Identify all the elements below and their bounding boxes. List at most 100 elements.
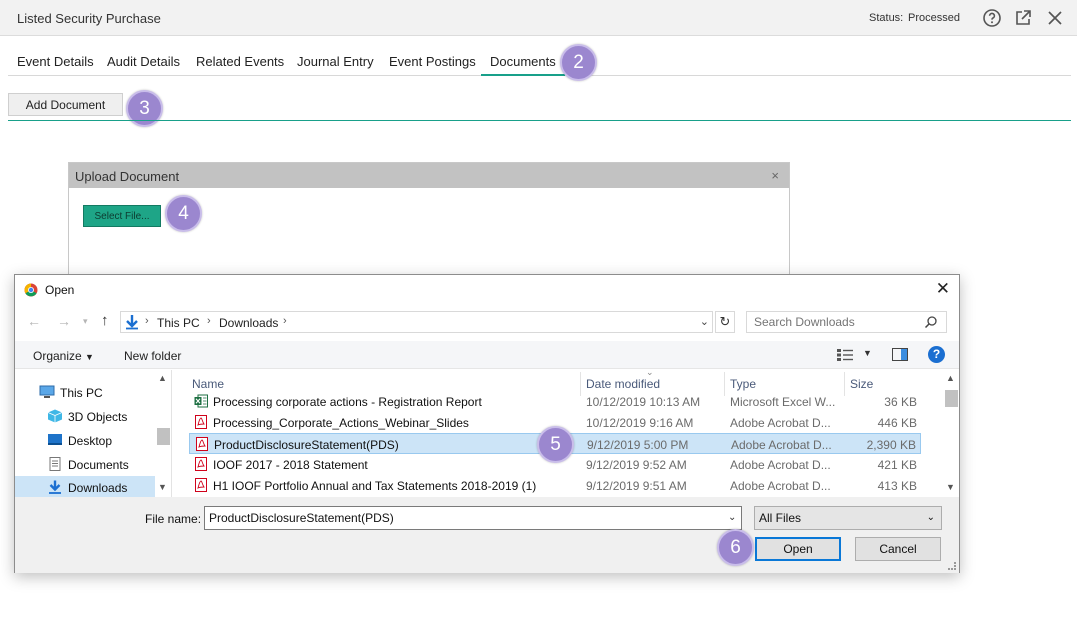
file-size: 413 KB [877, 479, 917, 493]
status-value: Processed [908, 12, 960, 24]
file-date: 9/12/2019 9:51 AM [586, 479, 687, 493]
help-icon[interactable]: ? [928, 346, 945, 363]
file-name: H1 IOOF Portfolio Annual and Tax Stateme… [213, 479, 537, 493]
nav-item-3d-objects[interactable]: 3D Objects [15, 405, 155, 427]
file-list-scrollbar[interactable]: ▲ ▼ [943, 370, 960, 497]
cube-icon [47, 409, 63, 423]
nav-item-this-pc[interactable]: This PC [15, 381, 155, 403]
resize-grip-icon[interactable] [948, 562, 956, 570]
organize-label: Organize [33, 349, 82, 363]
file-name: Processing corporate actions - Registrat… [213, 395, 482, 409]
navigation-pane: This PC 3D Objects Desktop Documents Dow… [15, 370, 172, 498]
file-size: 36 KB [884, 395, 917, 409]
tab-audit-details[interactable]: Audit Details [107, 54, 180, 69]
file-date: 9/12/2019 5:00 PM [587, 438, 689, 452]
status-label: Status: [869, 12, 904, 24]
step-marker-5: 5 [537, 426, 574, 463]
scroll-thumb[interactable] [945, 390, 958, 407]
step-marker-2: 2 [560, 44, 597, 81]
tab-event-postings[interactable]: Event Postings [389, 54, 476, 69]
tab-event-details[interactable]: Event Details [17, 54, 94, 69]
file-name: ProductDisclosureStatement(PDS) [214, 438, 399, 452]
column-header-date-modified[interactable]: Date modified [586, 377, 660, 391]
preview-pane-icon[interactable] [892, 348, 908, 361]
address-dropdown-icon[interactable]: ⌄ [700, 315, 709, 328]
recent-chevron-icon[interactable]: ▾ [83, 316, 88, 327]
file-date: 10/12/2019 10:13 AM [586, 395, 701, 409]
nav-scrollbar[interactable]: ▲ ▼ [155, 370, 172, 497]
refresh-icon[interactable]: ↻ [715, 311, 735, 333]
file-name-input[interactable] [204, 506, 742, 530]
file-type-select[interactable]: All Files ⌄ [754, 506, 942, 530]
nav-item-downloads[interactable]: Downloads [15, 476, 155, 498]
open-button[interactable]: Open [755, 537, 841, 561]
up-arrow-icon[interactable]: ↑ [101, 312, 109, 329]
dialog-close-icon[interactable]: ✕ [936, 279, 950, 299]
select-file-button[interactable]: Select File... [83, 205, 161, 227]
pc-icon [39, 385, 55, 398]
upload-panel-close-icon[interactable]: × [771, 168, 779, 183]
dialog-toolbar: Organize ▼ New folder ▼ ? [15, 341, 959, 369]
downloads-folder-icon [126, 315, 138, 330]
scroll-up-icon[interactable]: ▲ [158, 373, 167, 383]
column-header-name[interactable]: Name [192, 377, 224, 391]
page-title: Listed Security Purchase [17, 11, 161, 26]
file-type: Adobe Acrobat D... [730, 479, 831, 493]
file-type: Adobe Acrobat D... [730, 458, 831, 472]
organize-dropdown-icon: ▼ [85, 352, 94, 362]
tab-journal-entry[interactable]: Journal Entry [297, 54, 374, 69]
file-name-label: File name: [145, 512, 202, 526]
back-arrow-icon[interactable]: ← [27, 313, 41, 329]
scroll-up-icon[interactable]: ▲ [946, 373, 955, 383]
tab-bar: Event Details Audit Details Related Even… [8, 50, 1071, 76]
nav-item-desktop[interactable]: Desktop [15, 429, 155, 451]
view-dropdown-icon[interactable]: ▼ [863, 348, 872, 358]
new-folder-button[interactable]: New folder [124, 349, 181, 363]
tab-related-events[interactable]: Related Events [196, 54, 284, 69]
file-row[interactable]: Processing corporate actions - Registrat… [189, 391, 921, 412]
view-options-icon[interactable] [837, 349, 855, 361]
tab-documents[interactable]: Documents [481, 54, 565, 76]
search-input[interactable] [746, 311, 947, 333]
nav-item-label: 3D Objects [68, 410, 128, 424]
cancel-button[interactable]: Cancel [855, 537, 941, 561]
help-icon[interactable] [982, 8, 1002, 28]
breadcrumb-downloads[interactable]: Downloads [219, 316, 278, 330]
close-icon[interactable] [1045, 8, 1065, 28]
upload-panel-header: Upload Document × [69, 163, 789, 188]
breadcrumb-this-pc[interactable]: This PC [157, 316, 200, 330]
chevron-down-icon: ⌄ [926, 512, 935, 523]
breadcrumb-separator-icon: › [145, 315, 149, 327]
chrome-icon [24, 283, 38, 297]
scroll-thumb[interactable] [157, 428, 170, 445]
file-name-dropdown-icon[interactable]: ⌄ [728, 512, 736, 523]
column-header-size[interactable]: Size [850, 377, 873, 391]
app-root: Listed Security Purchase Status: Process… [0, 0, 1077, 618]
upload-panel-title: Upload Document [75, 169, 180, 184]
excel-icon [194, 394, 208, 408]
add-document-button[interactable]: Add Document [8, 93, 123, 116]
address-row: ← → ▾ ↑ › This PC › Downloads › ⌄ ↻ [15, 309, 959, 335]
step-marker-4: 4 [165, 195, 202, 232]
column-header-type[interactable]: Type [730, 377, 756, 391]
forward-arrow-icon[interactable]: → [57, 313, 71, 329]
file-type: Adobe Acrobat D... [731, 438, 832, 452]
pdf-icon [195, 415, 207, 429]
desktop-icon [48, 434, 62, 445]
nav-item-label: This PC [60, 386, 103, 400]
scroll-down-icon[interactable]: ▼ [946, 482, 955, 492]
file-row[interactable]: H1 IOOF Portfolio Annual and Tax Stateme… [189, 475, 921, 496]
organize-button[interactable]: Organize ▼ [33, 349, 94, 363]
file-date: 9/12/2019 9:52 AM [586, 458, 687, 472]
address-bar[interactable]: › This PC › Downloads › ⌄ [120, 311, 713, 333]
top-bar: Listed Security Purchase Status: Process… [0, 0, 1077, 36]
file-name: IOOF 2017 - 2018 Statement [213, 458, 368, 472]
dialog-footer: File name: ⌄ All Files ⌄ Open Cancel [15, 497, 959, 573]
scroll-down-icon[interactable]: ▼ [158, 482, 167, 492]
pdf-icon [196, 437, 208, 451]
nav-item-documents[interactable]: Documents [15, 453, 155, 475]
dialog-title: Open [45, 283, 75, 297]
step-marker-6: 6 [717, 529, 754, 566]
popout-icon[interactable] [1013, 8, 1033, 28]
divider [8, 120, 1071, 121]
